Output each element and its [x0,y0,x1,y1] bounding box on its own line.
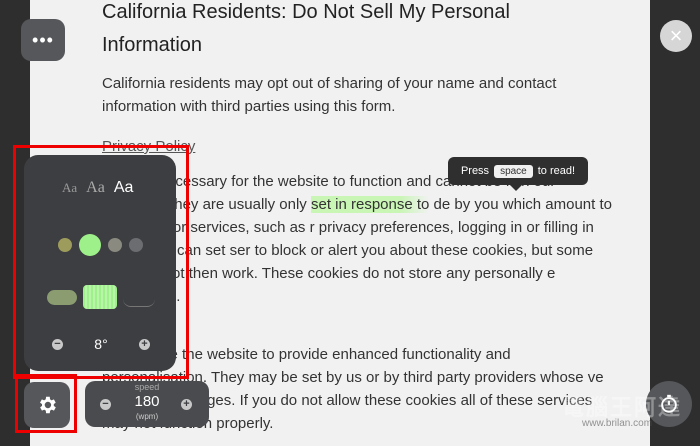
intro-paragraph: California residents may opt out of shar… [102,75,557,115]
tooltip-prefix: Press [460,165,490,177]
page-title: California Residents: Do Not Sell My Per… [102,1,510,56]
read-tooltip: Press space to read! [448,157,588,191]
annotation-box-settings-panel [13,145,189,379]
watermark-url: www.brilan.com [582,418,653,429]
speed-control: speed − 180 (wpm) + [85,381,209,427]
annotation-box-settings-button [15,374,77,433]
tooltip-suffix: to read! [537,165,576,177]
speed-unit: (wpm) [135,412,159,421]
close-icon[interactable]: × [660,20,692,52]
speed-label: speed [134,382,160,392]
more-options-button[interactable]: ••• [21,19,65,61]
space-key-badge: space [494,164,533,178]
speed-increase-button[interactable]: + [181,399,192,410]
reading-highlight: set in response to [310,196,430,213]
